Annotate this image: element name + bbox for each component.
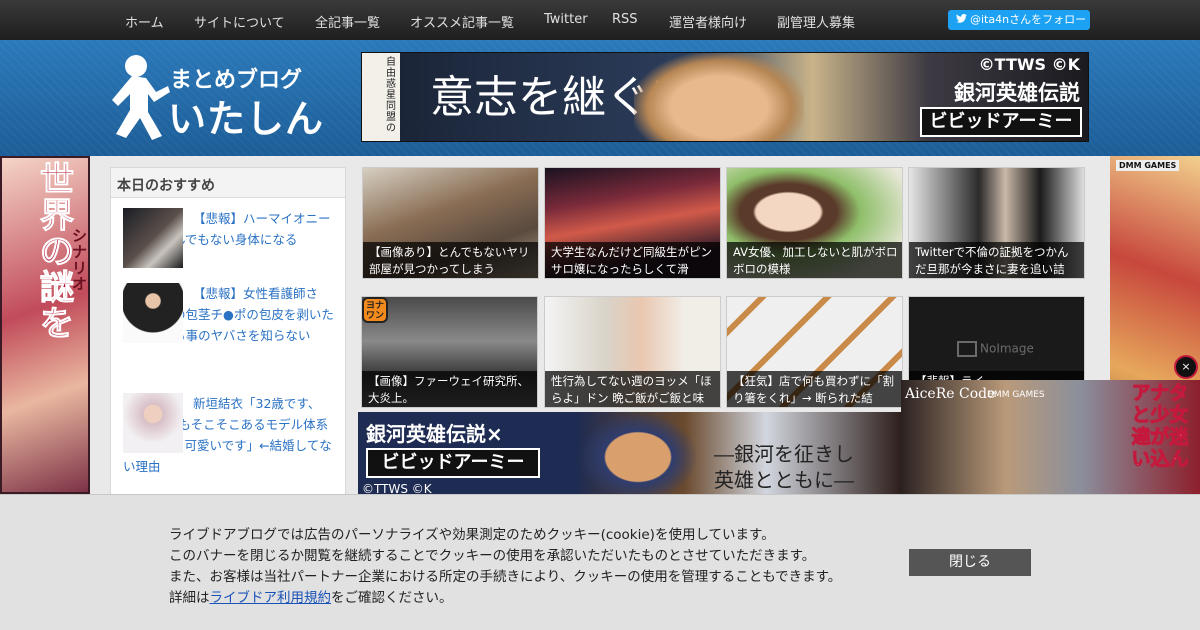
nav-home[interactable]: ホーム <box>125 12 164 31</box>
header-ad-banner[interactable]: 自由惑星同盟の 意志を継ぐ者 ©TTWS ©K 銀河英雄伝説 ビビッドアーミー <box>361 52 1089 142</box>
banner-title: 銀河英雄伝説 <box>954 81 1080 105</box>
image-placeholder-icon <box>957 341 977 357</box>
cookie-text-1: ライブドアブログでは広告のパーソナライズや効果測定のためクッキー(cookie)… <box>169 527 775 543</box>
bottom-ad-subtitle: ビビッドアーミー <box>366 448 540 478</box>
article-card[interactable]: ヨナ ワン 【画像】ファーウェイ研究所、大炎上。 <box>361 296 538 408</box>
article-card[interactable]: 大学生なんだけど同級生がピンサロ嬢になったらしくて滑 <box>544 167 721 279</box>
floating-ad-catch: アナタと少女達が迷い込ん <box>1131 382 1189 471</box>
article-title[interactable]: 【狂気】店で何も買わずに「割り箸をくれ」→ 断られた結 <box>727 371 902 407</box>
recommend-item[interactable]: 新垣結衣「32歳です、169cm乳もそこそこあるモデル体系です、顔も可愛いです」… <box>123 393 335 477</box>
banner-character-image <box>634 53 804 141</box>
nav-all-articles[interactable]: 全記事一覧 <box>315 12 380 31</box>
right-ad-brand: DMM GAMES <box>1116 160 1180 171</box>
twitter-follow-button[interactable]: @ita4nさんをフォロー <box>948 10 1090 30</box>
nav-rss[interactable]: RSS <box>612 12 638 27</box>
no-image-placeholder: NoImage <box>957 341 1034 357</box>
bottom-ad-title: 銀河英雄伝説× <box>366 422 503 446</box>
article-card[interactable]: 性行為してない週のヨッメ「ほらよ」ドン 晩ご飯がご飯と味 <box>544 296 721 408</box>
follow-label: @ita4nさんをフォロー <box>970 13 1087 26</box>
bottom-ad-catch-2: 英雄とともに― <box>714 468 854 492</box>
floating-ad[interactable]: AiceRe Code DMM GAMES アナタと少女達が迷い込ん <box>901 380 1200 494</box>
article-card[interactable]: 【狂気】店で何も買わずに「割り箸をくれ」→ 断られた結 <box>726 296 903 408</box>
twitter-bird-icon <box>956 14 967 23</box>
banner-subtitle: ビビッドアーミー <box>920 107 1082 137</box>
article-title[interactable]: 【画像あり】とんでもないヤリ部屋が見つかってしまう <box>363 242 538 278</box>
banner-copyright: ©TTWS ©K <box>978 55 1080 74</box>
article-card[interactable]: 【画像あり】とんでもないヤリ部屋が見つかってしまう <box>362 167 539 279</box>
recommend-item[interactable]: 【悲報】ハーマイオニーさん、とんでもない身体になる <box>123 208 335 268</box>
cookie-close-button[interactable]: 閉じる <box>909 549 1031 576</box>
bottom-ad-banner[interactable]: 銀河英雄伝説× ビビッドアーミー ©TTWS ©K ―銀河を征きし 英雄とともに… <box>358 412 902 494</box>
bottom-ad-character-image <box>578 412 698 494</box>
terms-link[interactable]: ライブドア利用規約 <box>210 590 332 606</box>
article-title[interactable]: 大学生なんだけど同級生がピンサロ嬢になったらしくて滑 <box>545 242 720 278</box>
banner-vertical-text: 自由惑星同盟の <box>386 57 396 134</box>
recommend-thumbnail[interactable] <box>123 393 183 453</box>
floating-ad-logo: AiceRe Code <box>905 386 996 402</box>
cookie-consent-bar: ライブドアブログでは広告のパーソナライズや効果測定のためクッキー(cookie)… <box>0 494 1200 630</box>
article-title[interactable]: AV女優、加工しないと肌がボロボロの模様 <box>727 242 902 278</box>
nav-recruit[interactable]: 副管理人募集 <box>777 12 855 31</box>
nav-about[interactable]: サイトについて <box>194 12 285 31</box>
cookie-text-2: このバナーを閉じるか閲覧を継続することでクッキーの使用を承認いただいたものとさせ… <box>169 548 816 564</box>
recommend-title: 本日のおすすめ <box>111 168 345 198</box>
cookie-text-3: また、お客様は当社パートナー企業における所定の手続きにより、クッキーの使用を管理… <box>169 569 842 585</box>
article-card[interactable]: Twitterで不倫の証拠をつかんだ旦那が今まさに妻を追い詰 <box>908 167 1085 279</box>
recommend-thumbnail[interactable] <box>123 283 183 343</box>
article-title[interactable]: 性行為してない週のヨッメ「ほらよ」ドン 晩ご飯がご飯と味 <box>545 371 720 407</box>
cookie-text-4: 詳細はライブドア利用規約をご確認ください。 <box>169 590 453 606</box>
left-side-ad[interactable]: 世界の謎を シナリオ <box>0 156 90 494</box>
ninja-logo-icon[interactable] <box>112 52 170 140</box>
article-title[interactable]: Twitterで不倫の証拠をつかんだ旦那が今まさに妻を追い詰 <box>909 242 1084 278</box>
recommend-box: 本日のおすすめ 【悲報】ハーマイオニーさん、とんでもない身体になる 【悲報】女性… <box>110 167 346 497</box>
nav-for-operators[interactable]: 運営者様向け <box>669 12 747 31</box>
bottom-ad-catch-1: ―銀河を征きし <box>714 442 854 466</box>
nav-twitter[interactable]: Twitter <box>544 12 588 27</box>
left-ad-subtext: シナリオ <box>72 227 88 293</box>
ad-close-button[interactable]: × <box>1174 355 1198 379</box>
nav-recommended[interactable]: オススメ記事一覧 <box>410 12 514 31</box>
recommend-thumbnail[interactable] <box>123 208 183 268</box>
top-nav: ホーム サイトについて 全記事一覧 オススメ記事一覧 Twitter RSS 運… <box>0 0 1200 40</box>
article-title[interactable]: 【画像】ファーウェイ研究所、大炎上。 <box>362 371 537 407</box>
news-badge: ヨナ ワン <box>362 297 388 323</box>
logo-title[interactable]: いたしん <box>168 88 324 143</box>
bottom-ad-copyright: ©TTWS ©K <box>362 482 432 494</box>
article-card[interactable]: AV女優、加工しないと肌がボロボロの模様 <box>726 167 903 279</box>
recommend-item[interactable]: 【悲報】女性看護師さん、ガチの包茎チ●ポの包皮を剥いたままにする事のヤバさを知ら… <box>123 283 335 346</box>
floating-ad-brand: DMM GAMES <box>987 390 1045 400</box>
